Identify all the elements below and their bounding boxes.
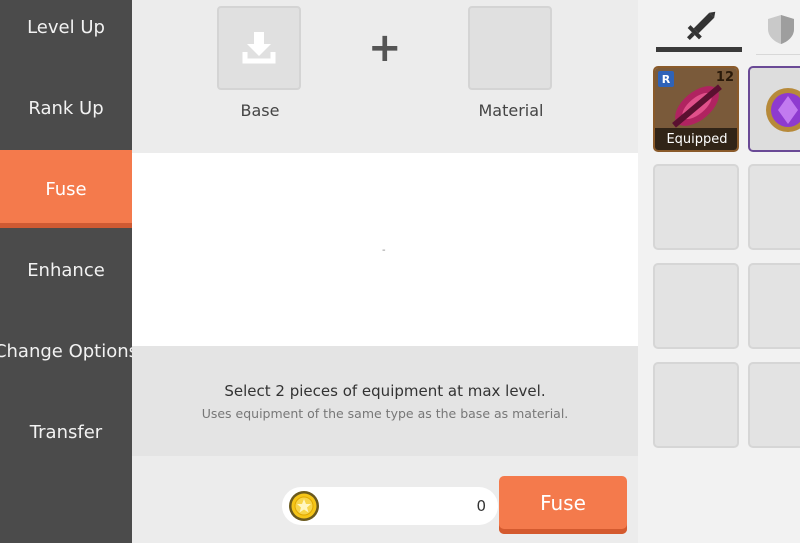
material-slot[interactable] <box>468 6 552 90</box>
sidebar-item-label: Level Up <box>27 16 105 38</box>
inventory-slot-empty[interactable] <box>748 263 800 349</box>
sidebar-item-rank-up[interactable]: Rank Up <box>0 69 132 147</box>
shield-icon <box>768 15 794 44</box>
sidebar: Level Up Rank Up Fuse Enhance Change Opt… <box>0 0 138 543</box>
plus-icon: + <box>368 25 402 71</box>
sidebar-item-label: Change Options <box>0 340 139 362</box>
tab-weapons[interactable] <box>656 0 742 56</box>
instruction-text: Select 2 pieces of equipment at max leve… <box>224 382 546 400</box>
sidebar-item-label: Rank Up <box>28 97 104 119</box>
instruction-box: Select 2 pieces of equipment at max leve… <box>132 346 638 456</box>
inventory-item[interactable] <box>748 66 800 152</box>
material-label: Material <box>478 101 544 120</box>
gem-item-icon <box>750 68 800 150</box>
fuse-button[interactable]: Fuse <box>499 476 627 534</box>
inventory-item[interactable]: R 12 Equipped <box>653 66 739 152</box>
cost-value: 0 <box>476 497 486 515</box>
preview-placeholder: - <box>382 245 386 256</box>
active-tab-indicator <box>656 47 742 52</box>
inventory-slot-empty[interactable] <box>653 263 739 349</box>
sidebar-item-transfer[interactable]: Transfer <box>0 393 132 471</box>
equipped-label: Equipped <box>655 128 737 150</box>
inventory-slot-empty[interactable] <box>653 362 739 448</box>
sidebar-item-label: Enhance <box>27 259 105 281</box>
inventory-slot-empty[interactable] <box>748 164 800 250</box>
result-preview: - <box>132 153 638 346</box>
sidebar-item-level-up[interactable]: Level Up <box>0 0 132 66</box>
download-icon <box>242 32 276 64</box>
gold-coin-icon <box>289 491 319 521</box>
base-label: Base <box>240 101 280 120</box>
inventory-slot-empty[interactable] <box>748 362 800 448</box>
item-level: 12 <box>715 70 734 85</box>
tab-armor[interactable] <box>756 0 800 55</box>
sword-icon <box>686 11 716 41</box>
inventory-panel: R 12 Equipped <box>638 0 800 543</box>
rank-badge: R <box>658 71 674 87</box>
sidebar-item-label: Fuse <box>45 178 87 200</box>
instruction-subtext: Uses equipment of the same type as the b… <box>201 406 569 421</box>
base-slot[interactable] <box>217 6 301 90</box>
cost-display: 0 <box>282 487 498 525</box>
sidebar-item-change-options[interactable]: Change Options <box>0 312 138 390</box>
sidebar-item-enhance[interactable]: Enhance <box>0 231 132 309</box>
sidebar-item-fuse[interactable]: Fuse <box>0 150 132 228</box>
fuse-panel: Base + Material - Select 2 pieces of equ… <box>132 0 638 543</box>
inventory-slot-empty[interactable] <box>653 164 739 250</box>
sidebar-item-label: Transfer <box>29 421 103 443</box>
